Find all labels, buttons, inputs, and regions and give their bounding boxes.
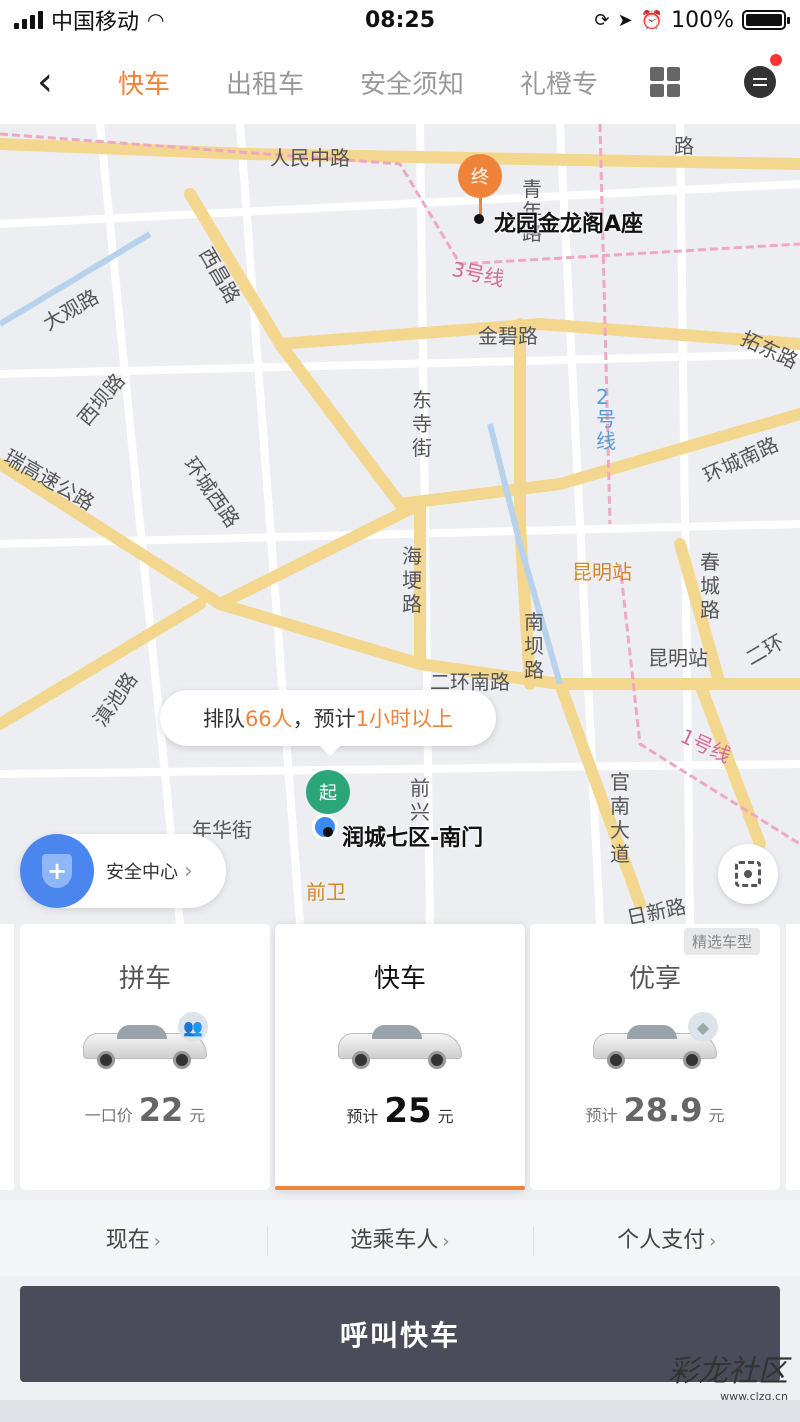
price: 预计 25 元 — [346, 1091, 453, 1131]
safety-center-button[interactable]: + 安全中心 › — [20, 834, 226, 908]
location-arrow-icon: ➤ — [617, 9, 633, 31]
chevron-right-icon: › — [153, 1231, 161, 1252]
price: 预计 28.9 元 — [586, 1091, 725, 1129]
message-icon — [744, 66, 776, 98]
metro-label: 2号线 — [596, 385, 616, 453]
map-label: 路 — [674, 134, 694, 158]
people-icon: 👥 — [178, 1012, 208, 1042]
queue-prefix: 排队 — [202, 707, 245, 731]
map-label: 人民中路 — [270, 146, 350, 170]
pickup-pin[interactable]: 起 — [306, 770, 350, 814]
time-option[interactable]: 现在 › — [0, 1222, 267, 1254]
call-ride-button[interactable]: 呼叫快车 — [20, 1286, 780, 1382]
payment-option[interactable]: 个人支付 › — [533, 1222, 800, 1256]
signal-icon — [14, 11, 43, 29]
watermark-title: 彩龙社区 — [668, 1354, 788, 1389]
destination-pin[interactable]: 终 — [458, 154, 502, 198]
map-bottom-strip — [0, 1400, 800, 1422]
clock: 08:25 — [364, 7, 436, 33]
map-roads — [0, 124, 800, 924]
price-value: 25 — [384, 1091, 432, 1131]
queue-estimate-bubble: 排队 66人 ，预计 1小时以上 — [160, 690, 496, 756]
chevron-right-icon: › — [442, 1231, 450, 1252]
map-label: 昆明站 — [648, 646, 708, 670]
diamond-icon: ◆ — [688, 1012, 718, 1042]
recenter-button[interactable] — [718, 844, 778, 904]
carrier-label: 中国移动 — [51, 10, 140, 35]
prev-card-edge — [0, 924, 14, 1190]
map-label: 官南大道 — [610, 770, 630, 866]
queue-mid: ，预计 — [292, 707, 356, 731]
price-unit: 元 — [437, 1107, 454, 1126]
passenger-option[interactable]: 选乘车人 › — [266, 1222, 534, 1256]
car-option-carpool[interactable]: 拼车 👥 一口价 22 元 — [20, 924, 270, 1190]
rotation-lock-icon: ⟳ — [594, 9, 610, 31]
price-prefix: 一口价 — [84, 1106, 133, 1125]
destination-label[interactable]: 龙园金龙阁A座 — [494, 206, 643, 238]
price-unit: 元 — [189, 1106, 206, 1125]
service-tabs: 快车 出租车 安全须知 礼橙专 — [90, 40, 650, 124]
pickup-dot — [323, 827, 333, 837]
unread-dot — [770, 54, 782, 66]
pickup-label[interactable]: 润城七区-南门 — [342, 820, 483, 852]
car-option-premium[interactable]: 精选车型 优享 ◆ 预计 28.9 元 — [530, 924, 780, 1190]
back-button[interactable]: ‹ — [0, 40, 90, 124]
watermark: 彩龙社区 www.clzg.cn — [668, 1346, 788, 1403]
shield-icon: + — [20, 834, 94, 908]
price-unit: 元 — [708, 1106, 725, 1125]
wifi-icon: ◠ — [147, 8, 165, 32]
passenger-option-label: 选乘车人 — [350, 1228, 439, 1253]
selected-indicator — [275, 1186, 525, 1190]
chevron-right-icon: › — [184, 858, 193, 884]
map-label: 昆明站 — [572, 560, 632, 584]
price-prefix: 预计 — [346, 1107, 379, 1126]
map-label: 前兴 — [410, 776, 430, 824]
next-card-edge — [786, 924, 800, 1190]
price-value: 22 — [138, 1091, 184, 1129]
chevron-right-icon: › — [709, 1231, 717, 1252]
ride-options-row: 现在 › 选乘车人 › 个人支付 › — [0, 1200, 800, 1276]
queue-eta: 1小时以上 — [355, 707, 454, 731]
car-name: 快车 — [373, 964, 426, 994]
map-label: 海埂路 — [402, 544, 422, 616]
alarm-icon: ⏰ — [640, 9, 664, 31]
messages-button[interactable] — [720, 54, 800, 98]
map-label: 南坝路 — [524, 610, 544, 682]
safety-center-label: 安全中心 — [106, 862, 178, 883]
time-option-label: 现在 — [105, 1228, 150, 1253]
status-bar: 中国移动 ◠ 08:25 ⟳ ➤ ⏰ 100% — [0, 0, 800, 40]
map-label: 春城路 — [700, 550, 720, 622]
map-label: 金碧路 — [478, 324, 538, 348]
car-name: 优享 — [628, 964, 681, 994]
map-view[interactable]: 人民中路 西昌路 大观路 西坝路 环城西路 金碧路 拓东路 东寺街 海埂路 南坝… — [0, 124, 800, 924]
queue-count: 66人 — [244, 707, 293, 731]
car-name: 拼车 — [118, 964, 171, 994]
more-services-grid-icon[interactable] — [650, 67, 680, 97]
top-nav: ‹ 快车 出租车 安全须知 礼橙专 — [0, 40, 800, 124]
premium-tag: 精选车型 — [683, 928, 760, 955]
car-icon — [338, 1023, 462, 1069]
battery-percent: 100% — [671, 7, 734, 33]
price-value: 28.9 — [623, 1091, 703, 1129]
destination-dot — [474, 214, 484, 224]
car-option-express[interactable]: 快车 预计 25 元 — [275, 924, 525, 1190]
car-type-selector: 拼车 👥 一口价 22 元 快车 预计 25 元 精选车型 优享 ◆ 预计 28… — [0, 924, 800, 1200]
battery-icon — [742, 10, 790, 30]
price-prefix: 预计 — [585, 1106, 618, 1125]
tab-safety-notice[interactable]: 安全须知 — [332, 64, 492, 101]
price: 一口价 22 元 — [85, 1091, 206, 1129]
locate-icon — [735, 861, 761, 887]
map-label: 前卫 — [306, 880, 346, 904]
map-label: 东寺街 — [412, 388, 432, 460]
tab-premier[interactable]: 礼橙专 — [492, 64, 626, 101]
payment-option-label: 个人支付 — [617, 1228, 706, 1253]
chevron-left-icon: ‹ — [37, 59, 53, 105]
tab-taxi[interactable]: 出租车 — [198, 64, 332, 101]
tab-express[interactable]: 快车 — [90, 64, 198, 101]
